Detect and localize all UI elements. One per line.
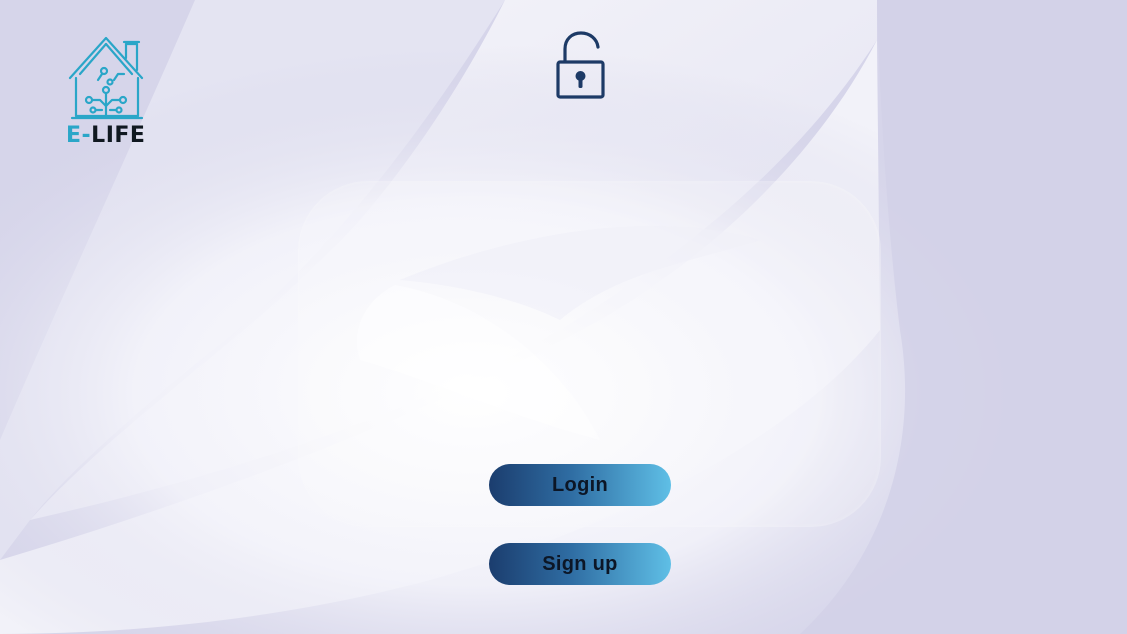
brand-logo: E-LIFE <box>62 34 154 154</box>
brand-wordmark: E-LIFE <box>66 124 145 148</box>
unlocked-padlock-icon <box>556 31 605 99</box>
brand-suffix: LIFE <box>91 123 146 148</box>
signup-button[interactable]: Sign up <box>489 543 671 585</box>
landing-screen: E-LIFE Login Sign up <box>0 0 1127 634</box>
brand-prefix: E- <box>66 123 92 148</box>
smart-home-circuit-icon <box>68 36 144 120</box>
login-button[interactable]: Login <box>489 464 671 506</box>
